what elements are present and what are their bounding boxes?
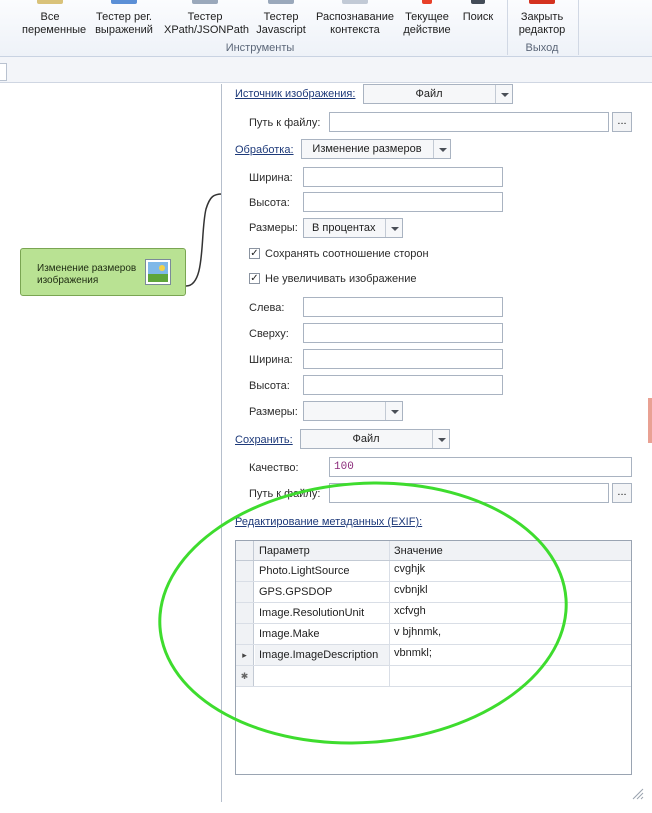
keep-aspect-label: Сохранять соотношение сторон xyxy=(265,248,429,260)
variables-icon xyxy=(37,0,63,4)
image-icon xyxy=(145,259,171,285)
exif-label[interactable]: Редактирование метаданных (EXIF): xyxy=(235,516,422,528)
width-input[interactable] xyxy=(303,167,503,187)
height-label: Высота: xyxy=(249,197,290,209)
chevron-down-icon xyxy=(432,430,449,448)
value-cell[interactable]: v bjhnmk, xyxy=(390,624,630,640)
top-input[interactable] xyxy=(303,323,503,343)
edge-marker xyxy=(648,398,652,443)
height-input[interactable] xyxy=(303,192,503,212)
value-cell[interactable]: xcfvgh xyxy=(390,603,630,619)
search-icon xyxy=(471,0,485,4)
new-row[interactable]: ✱ xyxy=(236,666,631,687)
table-row[interactable]: Image.ResolutionUnit xcfvgh xyxy=(236,603,631,624)
javascript-tester-button[interactable]: Тестер Javascript xyxy=(252,0,310,42)
left-label: Слева: xyxy=(249,302,285,314)
processing-label[interactable]: Обработка: xyxy=(235,144,294,156)
close-editor-button[interactable]: Закрыть редактор xyxy=(512,0,572,42)
workflow-canvas[interactable]: Изменение размеров изображения xyxy=(0,84,222,802)
left-input[interactable] xyxy=(303,297,503,317)
regex-tester-icon xyxy=(111,0,137,4)
column-header-value[interactable]: Значение xyxy=(390,541,630,561)
exit-group-label: Выход xyxy=(525,42,559,54)
param-cell[interactable]: Photo.LightSource xyxy=(255,561,389,581)
current-action-icon xyxy=(422,0,432,4)
row-selector[interactable] xyxy=(236,603,254,623)
param-cell[interactable]: GPS.GPSDOP xyxy=(255,582,389,602)
javascript-tester-icon xyxy=(268,0,294,4)
resize-grip-icon[interactable] xyxy=(630,786,644,800)
top-label: Сверху: xyxy=(249,328,289,340)
chevron-down-icon xyxy=(433,140,450,158)
grid-header: Параметр Значение xyxy=(236,541,631,561)
param-cell[interactable]: Image.ResolutionUnit xyxy=(255,603,389,623)
current-row-marker-icon[interactable]: ▸ xyxy=(236,645,254,665)
row-selector[interactable] xyxy=(236,561,254,581)
regex-tester-button[interactable]: Тестер рег. выражений xyxy=(92,0,156,42)
table-row-current[interactable]: ▸ Image.ImageDescription vbnmkl; xyxy=(236,645,631,666)
save-label[interactable]: Сохранить: xyxy=(235,434,293,446)
header-selector xyxy=(236,541,254,560)
quality-input[interactable]: 100 xyxy=(329,457,632,477)
save-browse-button[interactable]: ... xyxy=(612,483,632,503)
xpath-tester-icon xyxy=(192,0,218,4)
crop-sizes-label: Размеры: xyxy=(249,406,298,418)
crop-height-input[interactable] xyxy=(303,375,503,395)
quality-label: Качество: xyxy=(249,462,299,474)
processing-combo[interactable]: Изменение размеров xyxy=(301,139,451,159)
ribbon-separator xyxy=(507,0,508,55)
close-editor-icon xyxy=(529,0,555,4)
save-path-input[interactable] xyxy=(329,483,609,503)
ribbon-separator xyxy=(578,0,579,55)
row-selector[interactable] xyxy=(236,624,254,644)
ribbon: Все переменные Тестер рег. выражений Тесте… xyxy=(0,0,652,57)
tab-stub[interactable] xyxy=(0,63,7,81)
exif-grid[interactable]: Параметр Значение Photo.LightSource cvgh… xyxy=(235,540,632,775)
crop-width-input[interactable] xyxy=(303,349,503,369)
save-path-label: Путь к файлу: xyxy=(249,488,321,500)
all-variables-button[interactable]: Все переменные xyxy=(22,0,86,42)
image-source-label[interactable]: Источник изображения: xyxy=(235,88,355,100)
chevron-down-icon xyxy=(385,219,402,237)
current-action-button[interactable]: Текущее действие xyxy=(400,0,454,42)
sizes-label: Размеры: xyxy=(249,222,298,234)
no-enlarge-checkbox[interactable]: ✓ xyxy=(249,273,260,284)
column-header-param[interactable]: Параметр xyxy=(255,541,389,561)
tab-strip xyxy=(0,57,652,83)
table-row[interactable]: Image.Make v bjhnmk, xyxy=(236,624,631,645)
search-button[interactable]: Поиск xyxy=(458,0,498,42)
node-label: Изменение размеров изображения xyxy=(37,263,137,286)
source-path-label: Путь к файлу: xyxy=(249,117,321,129)
param-cell[interactable]: Image.Make xyxy=(255,624,389,644)
save-combo[interactable]: Файл xyxy=(300,429,450,449)
crop-width-label: Ширина: xyxy=(249,354,293,366)
connector-line xyxy=(185,193,222,287)
tools-group-label: Инструменты xyxy=(225,42,295,54)
no-enlarge-label: Не увеличивать изображение xyxy=(265,273,417,285)
new-row-marker-icon[interactable]: ✱ xyxy=(236,666,254,686)
sizes-combo[interactable]: В процентах xyxy=(303,218,403,238)
row-selector[interactable] xyxy=(236,582,254,602)
grid-empty-area xyxy=(236,687,254,774)
param-cell[interactable]: Image.ImageDescription xyxy=(255,645,389,665)
table-row[interactable]: Photo.LightSource cvghjk xyxy=(236,561,631,582)
table-row[interactable]: GPS.GPSDOP cvbnjkl xyxy=(236,582,631,603)
image-source-combo[interactable]: Файл xyxy=(363,84,513,104)
width-label: Ширина: xyxy=(249,172,293,184)
context-recognition-icon xyxy=(342,0,368,4)
value-cell[interactable]: cvghjk xyxy=(390,561,630,577)
context-recognition-button[interactable]: Распознавание контекста xyxy=(314,0,396,42)
crop-sizes-combo[interactable] xyxy=(303,401,403,421)
keep-aspect-checkbox[interactable]: ✓ xyxy=(249,248,260,259)
resize-image-node[interactable]: Изменение размеров изображения xyxy=(20,248,186,296)
value-cell[interactable]: cvbnjkl xyxy=(390,582,630,598)
crop-height-label: Высота: xyxy=(249,380,290,392)
chevron-down-icon xyxy=(385,402,402,420)
source-browse-button[interactable]: ... xyxy=(612,112,632,132)
source-path-input[interactable] xyxy=(329,112,609,132)
xpath-tester-button[interactable]: Тестер XPath/JSONPath xyxy=(164,0,249,42)
value-cell[interactable]: vbnmkl; xyxy=(390,645,630,661)
chevron-down-icon xyxy=(495,85,512,103)
